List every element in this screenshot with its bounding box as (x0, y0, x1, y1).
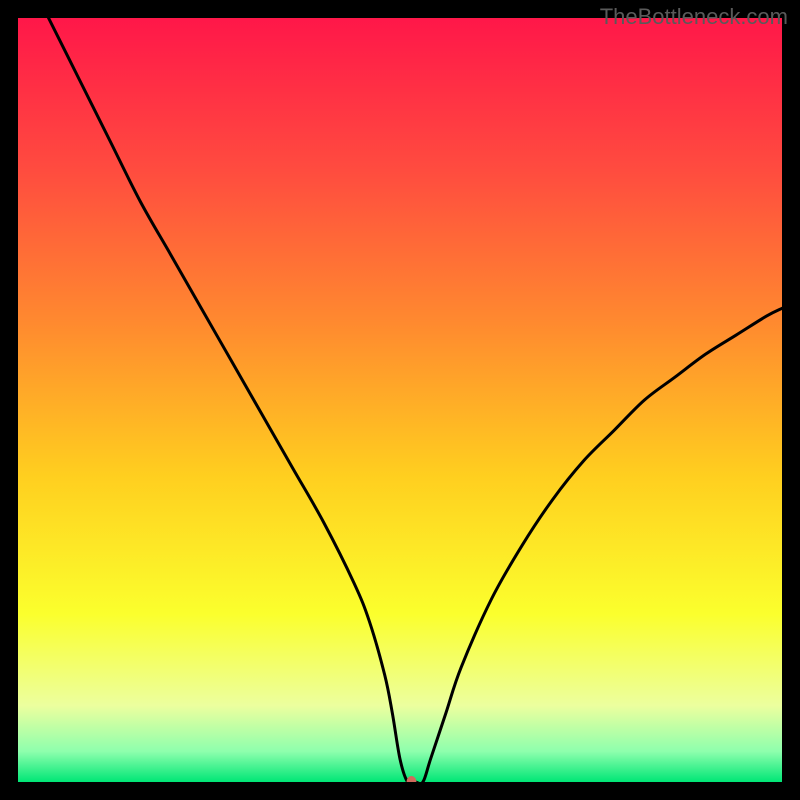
watermark-text: TheBottleneck.com (600, 4, 788, 30)
chart-plot-area (18, 18, 782, 782)
gradient-background (18, 18, 782, 782)
bottleneck-chart (18, 18, 782, 782)
